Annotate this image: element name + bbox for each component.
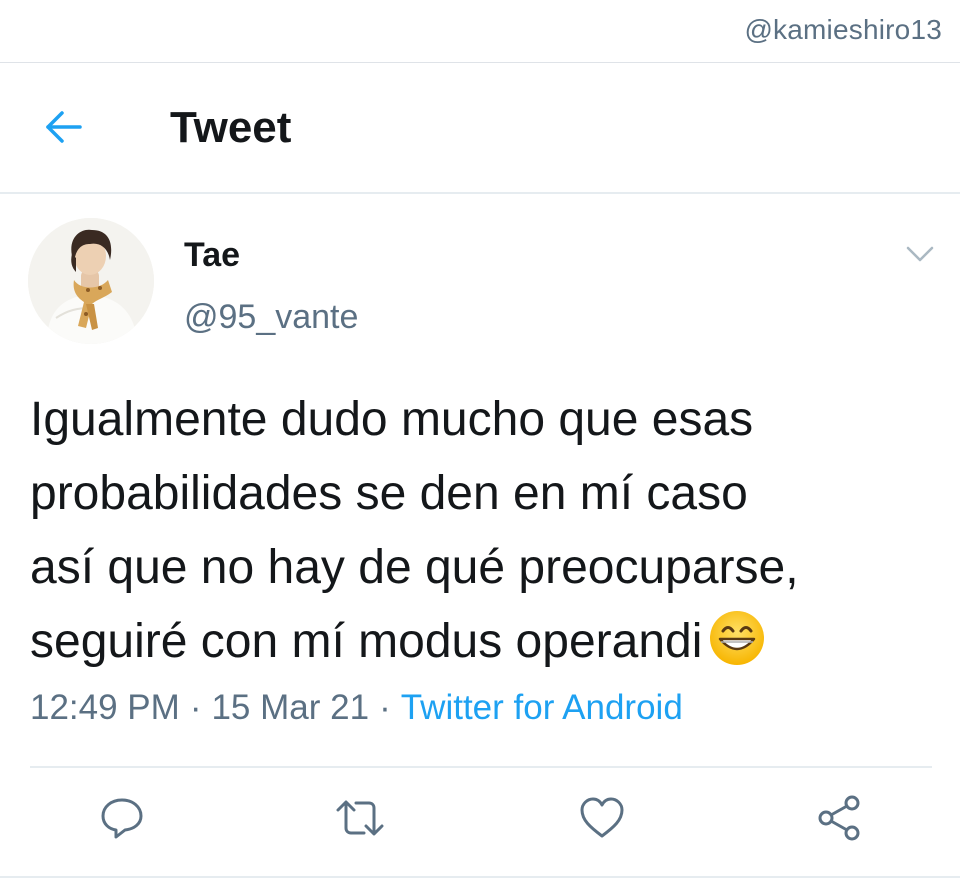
tweet-line: probabilidades se den en mí caso <box>30 467 748 520</box>
page-title: Tweet <box>170 103 292 152</box>
back-button[interactable] <box>42 105 86 149</box>
like-icon <box>580 797 624 838</box>
tweet-line: así que no hay de qué preocuparse, <box>30 541 799 594</box>
profile-photo <box>28 218 154 344</box>
tweet-line: Igualmente dudo mucho que esas <box>30 393 754 446</box>
share-button[interactable] <box>816 794 864 842</box>
tweet-options-button[interactable] <box>900 236 940 272</box>
watermark-handle: @kamieshiro13 <box>744 14 942 45</box>
tweet-line: seguiré con mí modus operandi <box>30 615 703 668</box>
header-divider <box>0 192 960 194</box>
bottom-divider <box>0 876 960 878</box>
actions-divider <box>30 766 932 768</box>
like-button[interactable] <box>578 794 626 842</box>
tweet-meta: 12:49 PM · 15 Mar 21 · Twitter for Android <box>30 688 683 728</box>
author-display-name[interactable]: Tae <box>184 236 240 275</box>
arrow-left-icon <box>46 111 82 143</box>
meta-separator: · <box>379 688 391 727</box>
grinning-face-emoji-icon <box>708 609 766 667</box>
author-handle[interactable]: @95_vante <box>184 298 358 337</box>
share-icon <box>818 795 860 841</box>
tweet-body: Igualmente dudo mucho que esas probabili… <box>30 383 940 679</box>
chevron-down-icon <box>906 246 934 262</box>
retweet-icon <box>336 800 384 836</box>
tweet-date: 15 Mar 21 <box>211 688 370 727</box>
avatar[interactable] <box>28 218 154 344</box>
tweet-header: Tweet <box>0 63 960 192</box>
meta-separator: · <box>189 688 202 727</box>
reply-button[interactable] <box>98 794 146 842</box>
tweet-time: 12:49 PM <box>30 688 180 727</box>
reply-icon <box>101 798 143 839</box>
retweet-button[interactable] <box>334 794 384 842</box>
tweet-source-link[interactable]: Twitter for Android <box>401 688 683 727</box>
